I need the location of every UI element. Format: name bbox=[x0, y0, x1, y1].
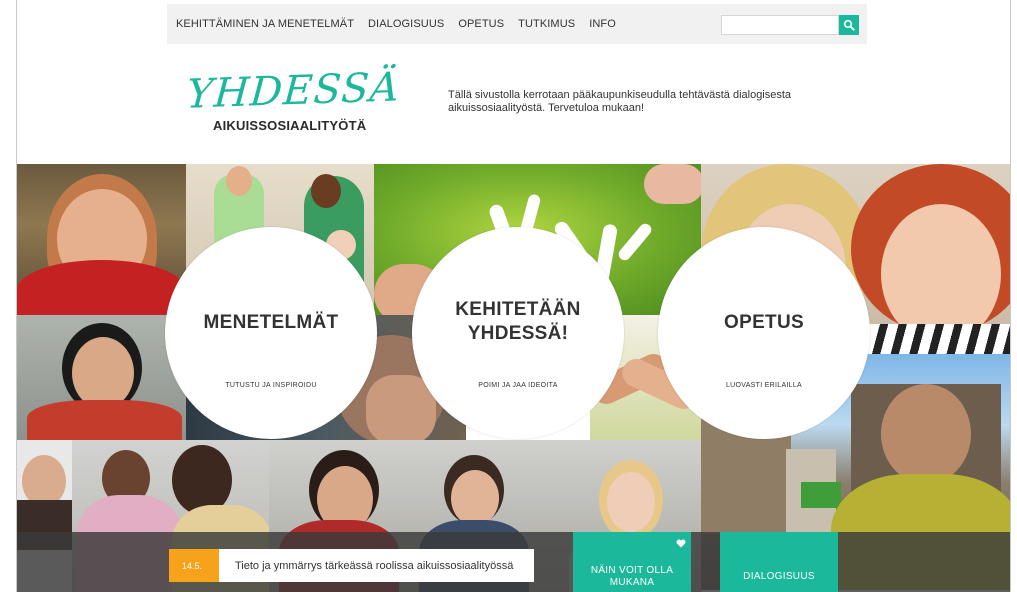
join-button-line1: NÄIN VOIT OLLA bbox=[590, 565, 674, 576]
intro-text: Tällä sivustolla kerrotaan pääkaupunkise… bbox=[448, 89, 792, 114]
circle-menetelmat[interactable]: MENETELMÄT TUTUSTU JA INSPIROIDU bbox=[165, 227, 377, 439]
logo-subtitle: AIKUISSOSIAALITYÖTÄ bbox=[213, 118, 367, 133]
top-navigation: KEHITTÄMINEN JA MENETELMÄT DIALOGISUUS O… bbox=[167, 4, 867, 44]
nav-item-opetus[interactable]: OPETUS bbox=[458, 18, 504, 30]
news-headline-link[interactable]: Tieto ja ymmärrys tärkeässä roolissa aik… bbox=[219, 549, 534, 582]
photo-woman-smiling-table bbox=[17, 315, 186, 440]
dialogisuus-button[interactable]: DIALOGISUUS bbox=[720, 532, 838, 592]
circle-menetelmat-title: MENETELMÄT bbox=[203, 312, 339, 333]
nav-item-dialogisuus[interactable]: DIALOGISUUS bbox=[368, 18, 444, 30]
news-date-badge: 14.5. bbox=[169, 549, 219, 582]
site-logo[interactable]: YHDESSÄ AIKUISSOSIAALITYÖTÄ bbox=[185, 64, 401, 140]
nav-item-kehittaminen[interactable]: KEHITTÄMINEN JA MENETELMÄT bbox=[176, 18, 354, 30]
nav-item-tutkimus[interactable]: TUTKIMUS bbox=[518, 18, 575, 30]
nav-menu: KEHITTÄMINEN JA MENETELMÄT DIALOGISUUS O… bbox=[176, 4, 616, 44]
join-button[interactable]: NÄIN VOIT OLLA MUKANA bbox=[573, 532, 691, 592]
dialogisuus-button-label: DIALOGISUUS bbox=[743, 571, 815, 582]
circle-opetus-title: OPETUS bbox=[724, 312, 804, 333]
search-icon bbox=[843, 19, 855, 31]
join-button-line2: MUKANA bbox=[609, 577, 655, 588]
search-button[interactable] bbox=[839, 15, 859, 35]
circle-kehitetaan-title-line1: KEHITETÄÄN bbox=[455, 299, 581, 320]
search-input[interactable] bbox=[721, 15, 839, 35]
circle-opetus-subtitle: LUOVASTI ERILAILLA bbox=[725, 382, 803, 389]
nav-item-info[interactable]: INFO bbox=[589, 18, 616, 30]
circle-kehitetaan[interactable]: KEHITETÄÄN YHDESSÄ! POIMI JA JAA IDEOITA bbox=[412, 227, 624, 439]
circle-kehitetaan-title-line2: YHDESSÄ! bbox=[467, 323, 569, 344]
heart-icon bbox=[676, 539, 686, 548]
logo-script-text: YHDESSÄ bbox=[185, 64, 402, 118]
page-frame: KEHITTÄMINEN JA MENETELMÄT DIALOGISUUS O… bbox=[16, 0, 1011, 592]
photo-mosaic: MENETELMÄT TUTUSTU JA INSPIROIDU KEHITET… bbox=[17, 164, 1010, 592]
circle-menetelmat-subtitle: TUTUSTU JA INSPIROIDU bbox=[225, 382, 317, 389]
photo-woman-red-jacket bbox=[17, 164, 186, 315]
circle-kehitetaan-subtitle: POIMI JA JAA IDEOITA bbox=[478, 382, 558, 389]
circle-opetus[interactable]: OPETUS LUOVASTI ERILAILLA bbox=[658, 227, 870, 439]
